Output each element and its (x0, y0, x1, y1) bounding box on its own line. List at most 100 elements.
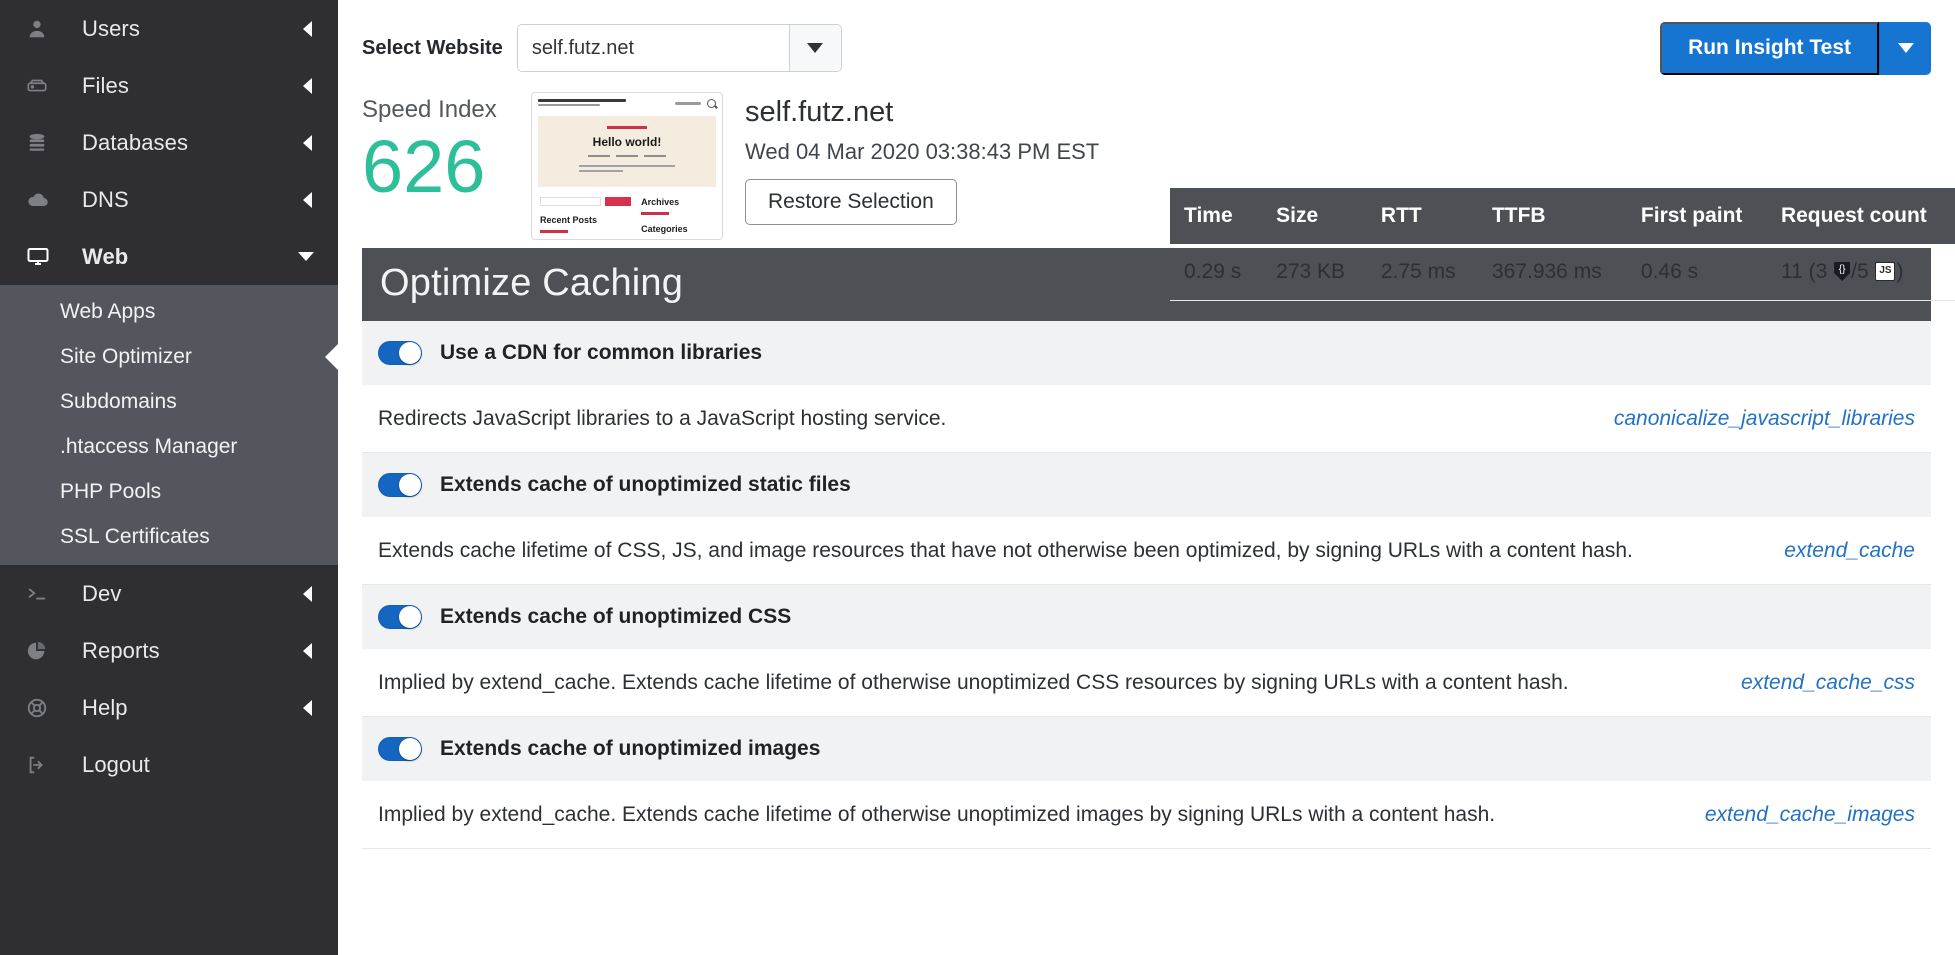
metrics-table-head: Time Size RTT TTFB First paint Request c… (1170, 188, 1955, 244)
summary-panel: Speed Index 626 Hello world! Recent Post… (338, 78, 1955, 301)
database-icon (26, 132, 60, 154)
website-select-value[interactable]: self.futz.net (517, 25, 789, 71)
sidebar-item-label: Databases (82, 129, 189, 155)
option-doc-link[interactable]: extend_cache_css (1741, 671, 1915, 695)
sidebar-subitem-label: PHP Pools (60, 479, 162, 503)
cell-request-count: 11 (3 /5 ) (1766, 244, 1955, 301)
website-select-dropdown-button[interactable] (788, 25, 841, 71)
chevron-left-icon (303, 642, 312, 659)
sidebar-item-label: Help (82, 694, 128, 720)
sidebar-item-dev[interactable]: Dev (0, 565, 338, 622)
option-description: Implied by extend_cache. Extends cache l… (378, 802, 1496, 826)
metrics-table-body: 0.29 s 273 KB 2.75 ms 367.936 ms 0.46 s … (1170, 244, 1955, 301)
site-preview-thumbnail[interactable]: Hello world! Recent Posts Archives Categ… (531, 92, 723, 240)
toggle-canonicalize-javascript-libraries[interactable] (378, 341, 422, 365)
option-description-row: Implied by extend_cache. Extends cache l… (362, 781, 1931, 849)
metrics-table-wrapper: Time Size RTT TTFB First paint Request c… (1170, 188, 1955, 301)
css-shield-icon (1834, 262, 1851, 281)
option-description: Implied by extend_cache. Extends cache l… (378, 670, 1569, 694)
option-doc-link[interactable]: extend_cache (1784, 539, 1915, 563)
sidebar-item-dns[interactable]: DNS (0, 171, 338, 228)
run-insight-test-button[interactable]: Run Insight Test (1660, 21, 1879, 75)
column-header-ttfb: TTFB (1477, 188, 1627, 244)
toolbar: Select Website self.futz.net Run Insight… (338, 0, 1955, 78)
cell-rtt: 2.75 ms (1366, 244, 1478, 301)
cell-first-paint: 0.46 s (1626, 244, 1767, 301)
sidebar-item-files[interactable]: Files (0, 57, 338, 114)
site-info-block: self.futz.net Wed 04 Mar 2020 03:38:43 P… (745, 92, 1099, 225)
cell-size: 273 KB (1262, 244, 1367, 301)
option-description-row: Implied by extend_cache. Extends cache l… (362, 649, 1931, 717)
sidebar-item-php-pools[interactable]: PHP Pools (0, 469, 338, 514)
chevron-left-icon (303, 20, 312, 37)
sidebar-item-web-apps[interactable]: Web Apps (0, 289, 338, 334)
option-doc-link[interactable]: canonicalize_javascript_libraries (1614, 407, 1915, 431)
thumbnail-heading: Hello world! (592, 135, 662, 149)
request-count-mid: /5 (1851, 260, 1875, 283)
restore-selection-button[interactable]: Restore Selection (745, 179, 957, 225)
option-label: Extends cache of unoptimized CSS (440, 605, 792, 628)
option-doc-link[interactable]: extend_cache_images (1705, 803, 1915, 827)
option-label: Use a CDN for common libraries (440, 341, 763, 364)
sidebar-item-logout[interactable]: Logout (0, 736, 338, 793)
option-row-extend-cache-images: Extends cache of unoptimized images (362, 717, 1931, 781)
column-header-time: Time (1170, 188, 1263, 244)
toggle-extend-cache[interactable] (378, 473, 422, 497)
sidebar-subitem-label: Subdomains (60, 389, 177, 413)
chevron-left-icon (303, 699, 312, 716)
sidebar-item-htaccess-manager[interactable]: .htaccess Manager (0, 424, 338, 469)
sidebar-item-users[interactable]: Users (0, 0, 338, 57)
sidebar-subitem-label: .htaccess Manager (60, 434, 238, 458)
sidebar-item-ssl-certificates[interactable]: SSL Certificates (0, 514, 338, 559)
option-label: Extends cache of unoptimized static file… (440, 473, 851, 496)
request-count-suffix: ) (1896, 260, 1904, 283)
sidebar-item-subdomains[interactable]: Subdomains (0, 379, 338, 424)
column-header-first-paint: First paint (1626, 188, 1767, 244)
sidebar-item-label: Users (82, 15, 140, 41)
chevron-down-icon (298, 252, 314, 261)
sidebar-item-label: Web (82, 243, 129, 269)
sidebar-item-label: Files (82, 72, 129, 98)
sidebar-item-web[interactable]: Web (0, 228, 338, 285)
option-row-canonicalize-javascript-libraries: Use a CDN for common libraries (362, 321, 1931, 385)
sidebar-item-help[interactable]: Help (0, 679, 338, 736)
sidebar-item-reports[interactable]: Reports (0, 622, 338, 679)
toggle-knob (399, 342, 421, 364)
js-badge-icon (1875, 262, 1896, 281)
cell-time: 0.29 s (1170, 244, 1263, 301)
table-header-row: Time Size RTT TTFB First paint Request c… (1170, 188, 1955, 244)
toggle-knob (399, 738, 421, 760)
sidebar-item-site-optimizer[interactable]: Site Optimizer (0, 334, 338, 379)
thumbnail-nav (675, 99, 716, 108)
run-insight-test-dropdown-button[interactable] (1879, 21, 1931, 75)
select-website-label: Select Website (362, 36, 503, 59)
sidebar-subitem-label: SSL Certificates (60, 524, 210, 548)
run-insight-test-group: Run Insight Test (1660, 21, 1931, 75)
thumbnail-archives-label: Archives (641, 197, 680, 207)
chevron-left-icon (303, 134, 312, 151)
option-row-extend-cache-css: Extends cache of unoptimized CSS (362, 585, 1931, 649)
speed-index-label: Speed Index (362, 96, 497, 123)
toggle-knob (399, 474, 421, 496)
speed-index-block: Speed Index 626 (338, 92, 523, 204)
thumbnail-categories-label: Categories (641, 224, 688, 234)
sidebar-item-databases[interactable]: Databases (0, 114, 338, 171)
thumbnail-content: Hello world! Recent Posts Archives Categ… (538, 99, 716, 234)
table-row: 0.29 s 273 KB 2.75 ms 367.936 ms 0.46 s … (1170, 244, 1955, 301)
selected-indicator-icon (325, 343, 338, 370)
lifebuoy-icon (26, 697, 60, 719)
monitor-icon (26, 245, 60, 269)
thumbnail-header (538, 99, 716, 108)
column-header-request-count: Request count (1766, 188, 1955, 244)
toggle-extend-cache-images[interactable] (378, 737, 422, 761)
site-name: self.futz.net (745, 96, 894, 128)
chevron-left-icon (303, 191, 312, 208)
thumbnail-recent-posts-label: Recent Posts (540, 215, 598, 225)
website-select[interactable]: self.futz.net (516, 24, 842, 72)
sidebar-subnav-web: Web Apps Site Optimizer Subdomains .htac… (0, 285, 338, 565)
sidebar-subitem-label: Site Optimizer (60, 344, 192, 368)
terminal-icon (26, 583, 60, 605)
toggle-extend-cache-css[interactable] (378, 605, 422, 629)
user-icon (26, 18, 60, 40)
sidebar-subitem-label: Web Apps (60, 299, 156, 323)
